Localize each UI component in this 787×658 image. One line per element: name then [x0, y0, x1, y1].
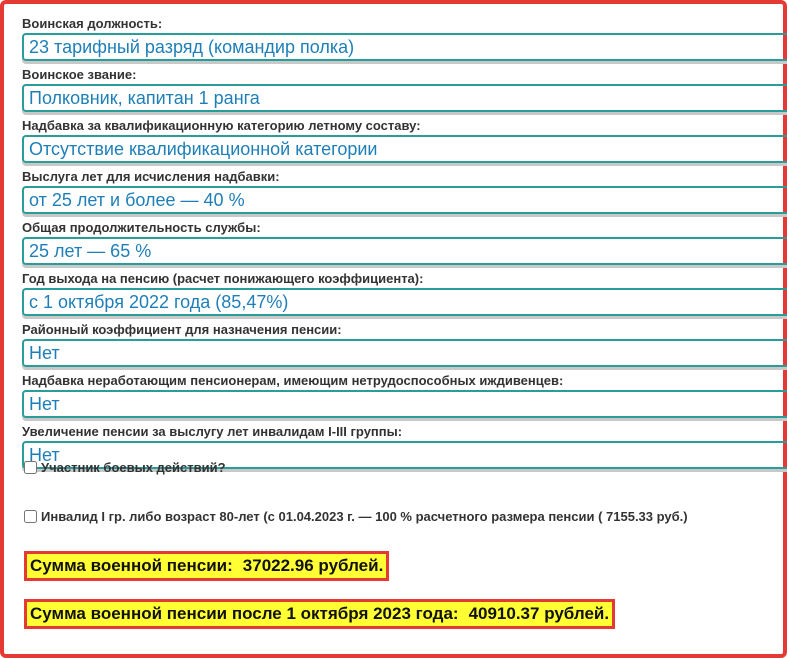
seniority-bonus-select[interactable]: от 25 лет и более — 40 %	[22, 186, 787, 214]
pension-sum-label: Сумма военной пенсии:	[30, 556, 233, 575]
field-seniority-bonus: Выслуга лет для исчисления надбавки: от …	[22, 167, 787, 214]
disability-increase-label: Увеличение пенсии за выслугу лет инвалид…	[22, 424, 403, 439]
regional-coefficient-label: Районный коэффициент для назначения пенс…	[22, 322, 342, 337]
seniority-bonus-label: Выслуга лет для исчисления надбавки:	[22, 169, 280, 184]
field-regional-coefficient: Районный коэффициент для назначения пенс…	[22, 320, 787, 367]
pension-sum-result: Сумма военной пенсии: 37022.96 рублей.	[24, 551, 390, 581]
retirement-year-label: Год выхода на пенсию (расчет понижающего…	[22, 271, 424, 286]
field-qualification: Надбавка за квалификационную категорию л…	[22, 116, 787, 163]
invalid-age-label: Инвалид I гр. либо возраст 80-лет (с 01.…	[41, 509, 688, 524]
pension-after-sum-value: 40910.37 рублей.	[468, 604, 610, 623]
pension-form: Воинская должность: 23 тарифный разряд (…	[22, 14, 787, 473]
combat-veteran-label: Участник боевых действий?	[41, 460, 226, 475]
pension-sum-value: 37022.96 рублей.	[242, 556, 384, 575]
combat-veteran-checkbox[interactable]	[24, 461, 37, 474]
pension-after-sum-label: Сумма военной пенсии после 1 октября 202…	[30, 604, 459, 623]
field-rank: Воинское звание: Полковник, капитан 1 ра…	[22, 65, 787, 112]
dependents-bonus-label: Надбавка неработающим пенсионерам, имеющ…	[22, 373, 564, 388]
qualification-select[interactable]: Отсутствие квалификационной категории	[22, 135, 787, 163]
rank-select[interactable]: Полковник, капитан 1 ранга	[22, 84, 787, 112]
invalid-age-checkbox[interactable]	[24, 510, 37, 523]
invalid-age-row[interactable]: Инвалид I гр. либо возраст 80-лет (с 01.…	[22, 509, 688, 524]
qualification-label: Надбавка за квалификационную категорию л…	[22, 118, 421, 133]
position-label: Воинская должность:	[22, 16, 163, 31]
pension-after-sum-result: Сумма военной пенсии после 1 октября 202…	[24, 599, 616, 629]
regional-coefficient-select[interactable]: Нет	[22, 339, 787, 367]
retirement-year-select[interactable]: с 1 октября 2022 года (85,47%)	[22, 288, 787, 316]
dependents-bonus-select[interactable]: Нет	[22, 390, 787, 418]
rank-label: Воинское звание:	[22, 67, 137, 82]
combat-veteran-row[interactable]: Участник боевых действий?	[22, 460, 226, 475]
field-dependents-bonus: Надбавка неработающим пенсионерам, имеющ…	[22, 371, 787, 418]
field-service-length: Общая продолжительность службы: 25 лет —…	[22, 218, 787, 265]
field-position: Воинская должность: 23 тарифный разряд (…	[22, 14, 787, 61]
field-retirement-year: Год выхода на пенсию (расчет понижающего…	[22, 269, 787, 316]
service-length-select[interactable]: 25 лет — 65 %	[22, 237, 787, 265]
position-select[interactable]: 23 тарифный разряд (командир полка)	[22, 33, 787, 61]
service-length-label: Общая продолжительность службы:	[22, 220, 261, 235]
